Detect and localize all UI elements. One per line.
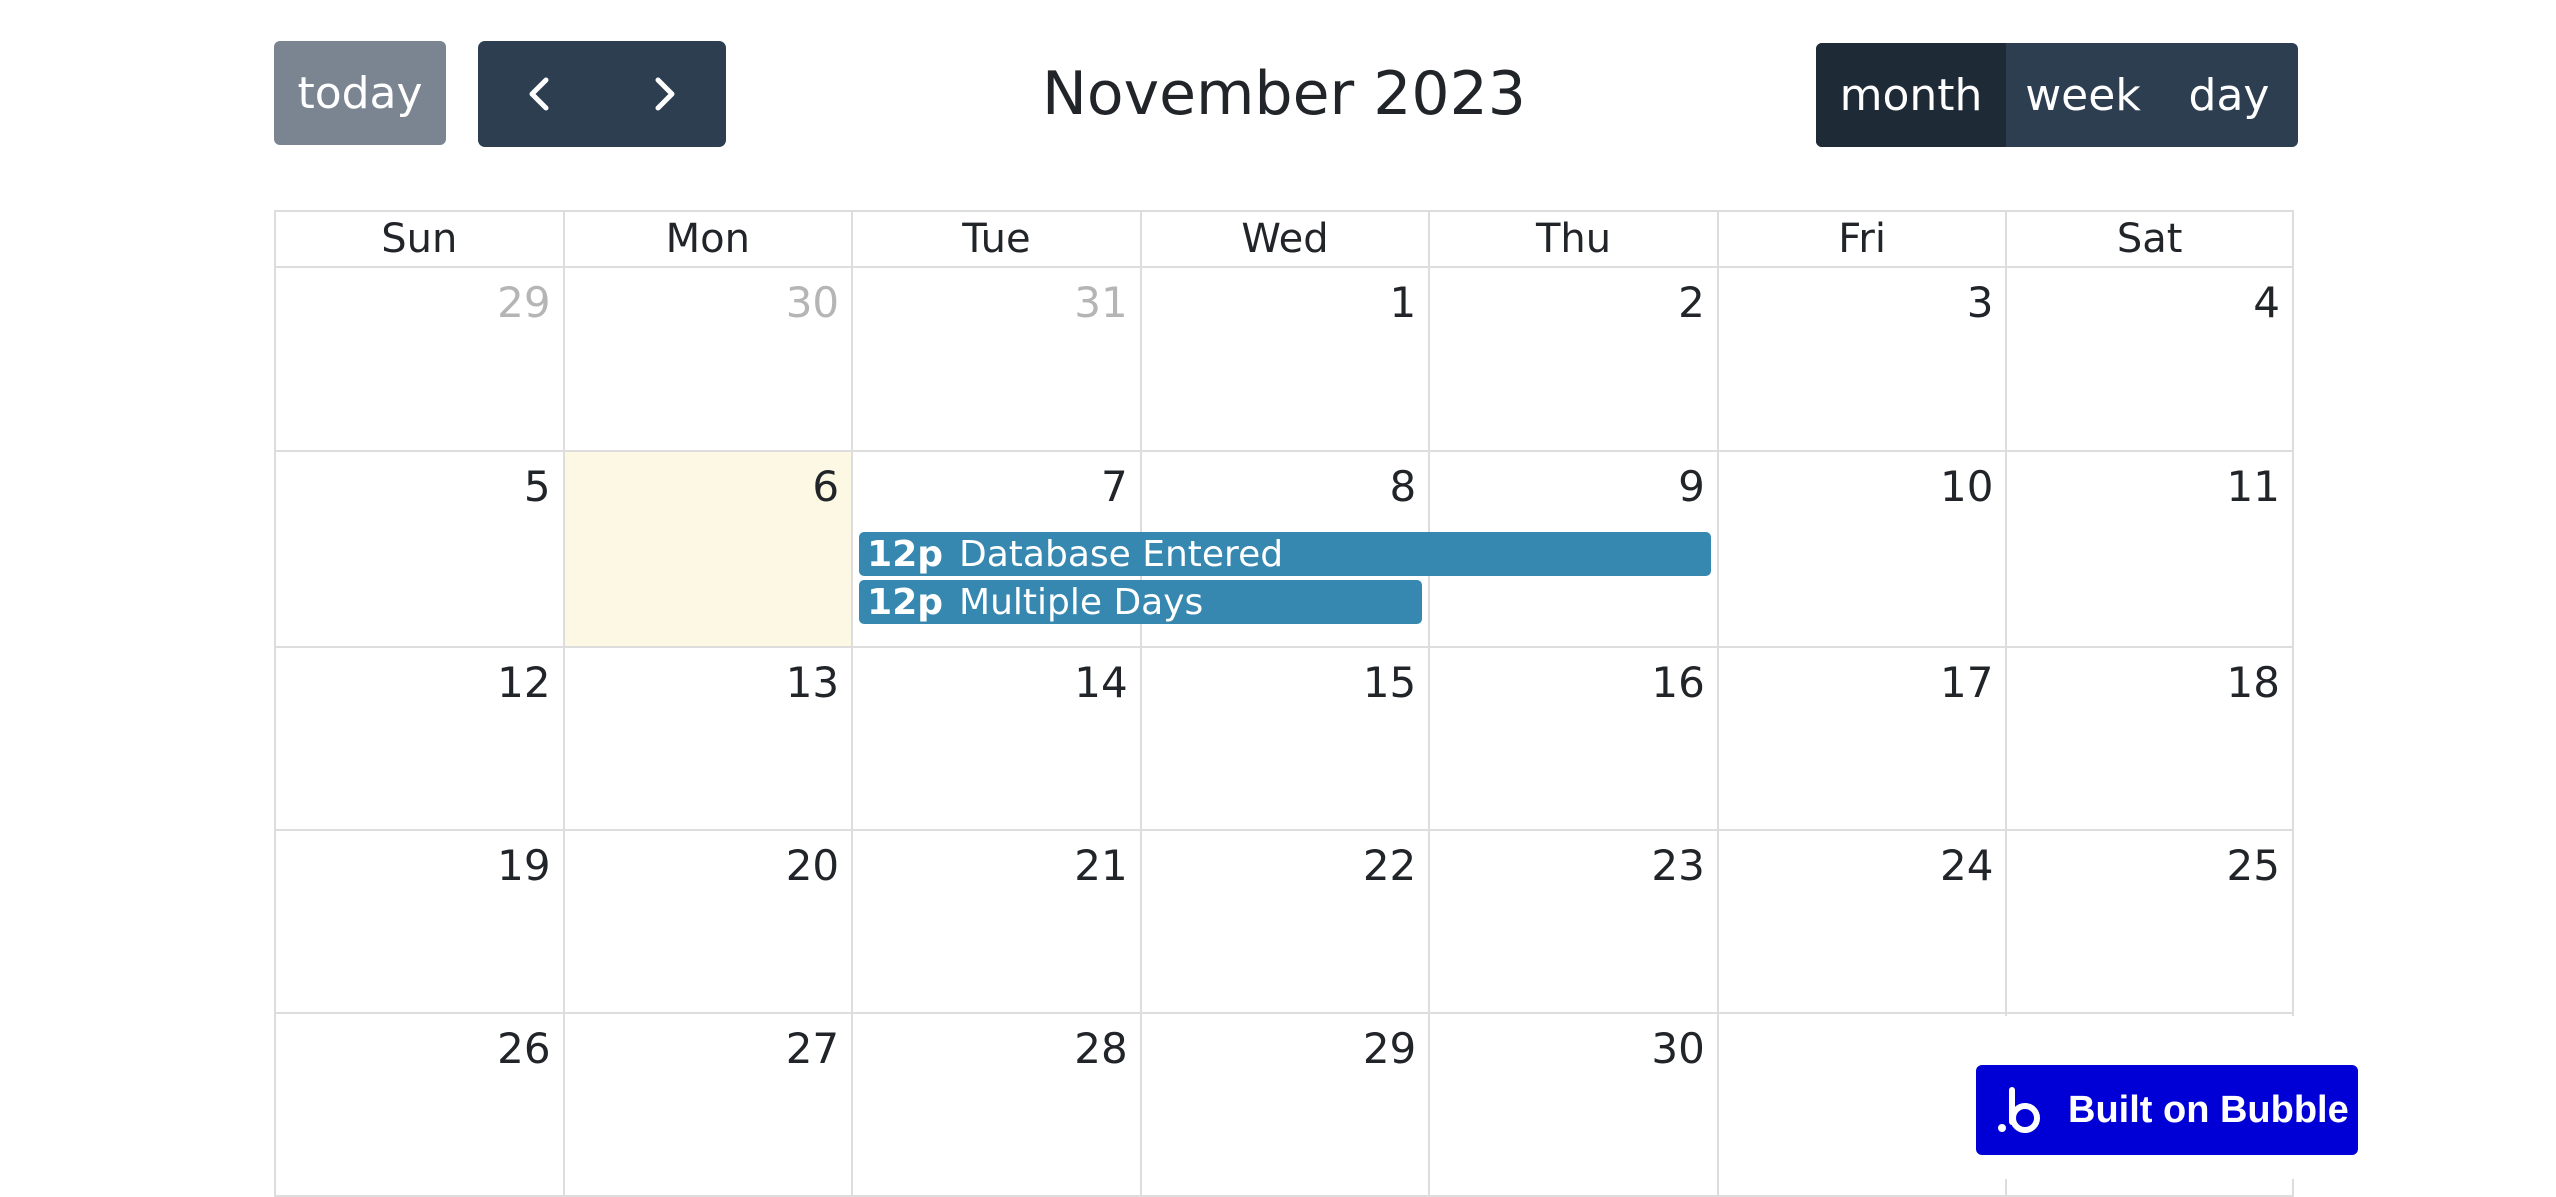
day-number[interactable]: 24 [1940, 841, 1993, 890]
event-title: Multiple Days [959, 581, 1204, 623]
day-number[interactable]: 18 [2227, 658, 2280, 707]
today-button[interactable]: today [274, 41, 446, 145]
day-number[interactable]: 5 [524, 462, 551, 511]
view-switcher: month week day [1816, 43, 2298, 147]
day-cell[interactable]: 30 [562, 268, 852, 452]
chevron-right-icon [655, 77, 675, 111]
day-number[interactable]: 23 [1651, 841, 1704, 890]
day-number[interactable]: 9 [1678, 462, 1705, 511]
day-cell[interactable]: 18 [2005, 648, 2294, 831]
day-cell[interactable]: 21 [851, 831, 1140, 1014]
day-number[interactable]: 25 [2227, 841, 2280, 890]
day-cell[interactable]: 4 [2005, 268, 2294, 452]
day-cell[interactable]: 12 [274, 648, 563, 831]
week-row: 29 30 31 1 2 3 4 [274, 268, 2294, 452]
day-cell[interactable]: 19 [274, 831, 563, 1014]
day-number[interactable]: 12 [497, 658, 550, 707]
day-number[interactable]: 20 [786, 841, 839, 890]
next-month-button[interactable] [602, 41, 726, 147]
dow-mon: Mon [562, 210, 852, 268]
dow-sun: Sun [274, 210, 563, 268]
day-number[interactable]: 19 [497, 841, 550, 890]
day-number[interactable]: 13 [786, 658, 839, 707]
day-cell[interactable]: 29 [1139, 1014, 1429, 1197]
day-cell[interactable]: 13 [562, 648, 852, 831]
built-on-bubble-badge[interactable]: Built on Bubble [1976, 1065, 2358, 1155]
day-number[interactable]: 21 [1074, 841, 1127, 890]
day-number[interactable]: 28 [1074, 1024, 1127, 1073]
month-view-button[interactable]: month [1816, 43, 2006, 147]
dow-thu: Thu [1428, 210, 1717, 268]
event-time: 12p [867, 581, 944, 623]
prev-next-button-group [478, 41, 726, 147]
day-number[interactable]: 31 [1074, 278, 1127, 327]
day-number[interactable]: 7 [1101, 462, 1128, 511]
day-cell[interactable]: 29 [274, 268, 563, 452]
day-cell[interactable]: 27 [562, 1014, 852, 1197]
calendar-title: November 2023 [1042, 59, 1526, 129]
day-cell[interactable]: 15 [1139, 648, 1429, 831]
dow-sat: Sat [2005, 210, 2294, 268]
day-number[interactable]: 1 [1390, 278, 1417, 327]
day-cell[interactable]: 10 [1716, 452, 2006, 648]
calendar-toolbar: today November 2023 month week day [274, 41, 2298, 147]
day-cell[interactable]: 2 [1428, 268, 1717, 452]
day-number[interactable]: 8 [1390, 462, 1417, 511]
event-title: Database Entered [959, 533, 1284, 575]
day-number[interactable]: 30 [1651, 1024, 1704, 1073]
day-number[interactable]: 29 [1363, 1024, 1416, 1073]
calendar-event[interactable]: 12p Database Entered [859, 532, 1711, 576]
day-number[interactable]: 15 [1363, 658, 1416, 707]
day-number[interactable]: 10 [1940, 462, 1993, 511]
day-number[interactable]: 6 [812, 462, 839, 511]
day-cell[interactable]: 30 [1428, 1014, 1717, 1197]
calendar-event[interactable]: 12p Multiple Days [859, 580, 1423, 624]
chevron-left-icon [529, 77, 549, 111]
day-number[interactable]: 26 [497, 1024, 550, 1073]
day-cell[interactable]: 26 [274, 1014, 563, 1197]
day-cell[interactable]: 5 [274, 452, 563, 648]
event-time: 12p [867, 533, 944, 575]
day-cell[interactable]: 14 [851, 648, 1140, 831]
day-number[interactable]: 4 [2253, 278, 2280, 327]
day-cell[interactable]: 1 [1139, 268, 1429, 452]
dow-fri: Fri [1716, 210, 2006, 268]
day-number[interactable]: 16 [1651, 658, 1704, 707]
day-cell[interactable]: 22 [1139, 831, 1429, 1014]
day-number[interactable]: 22 [1363, 841, 1416, 890]
day-view-button[interactable]: day [2160, 43, 2298, 147]
bubble-logo-icon [1998, 1087, 2040, 1133]
day-cell[interactable]: 31 [851, 268, 1140, 452]
day-number[interactable]: 3 [1967, 278, 1994, 327]
day-number[interactable]: 27 [786, 1024, 839, 1073]
day-number[interactable]: 11 [2227, 462, 2280, 511]
day-cell[interactable]: 24 [1716, 831, 2006, 1014]
day-number[interactable]: 17 [1940, 658, 1993, 707]
dow-wed: Wed [1139, 210, 1429, 268]
week-row: 19 20 21 22 23 24 25 [274, 831, 2294, 1014]
week-view-button[interactable]: week [2006, 43, 2160, 147]
day-cell[interactable]: 17 [1716, 648, 2006, 831]
badge-label: Built on Bubble [2068, 1088, 2349, 1131]
day-cell[interactable]: 3 [1716, 268, 2006, 452]
day-cell[interactable]: 16 [1428, 648, 1717, 831]
dow-tue: Tue [851, 210, 1140, 268]
day-cell-today[interactable]: 6 [562, 452, 852, 648]
day-number[interactable]: 29 [497, 278, 550, 327]
day-cell[interactable]: 28 [851, 1014, 1140, 1197]
day-cell[interactable]: 20 [562, 831, 852, 1014]
day-of-week-header: Sun Mon Tue Wed Thu Fri Sat [274, 210, 2294, 268]
day-cell[interactable]: 23 [1428, 831, 1717, 1014]
prev-month-button[interactable] [478, 41, 602, 147]
day-number[interactable]: 2 [1678, 278, 1705, 327]
day-cell[interactable]: 11 [2005, 452, 2294, 648]
day-number[interactable]: 14 [1074, 658, 1127, 707]
week-row: 12 13 14 15 16 17 18 [274, 648, 2294, 831]
day-number[interactable]: 30 [786, 278, 839, 327]
day-cell[interactable]: 25 [2005, 831, 2294, 1014]
